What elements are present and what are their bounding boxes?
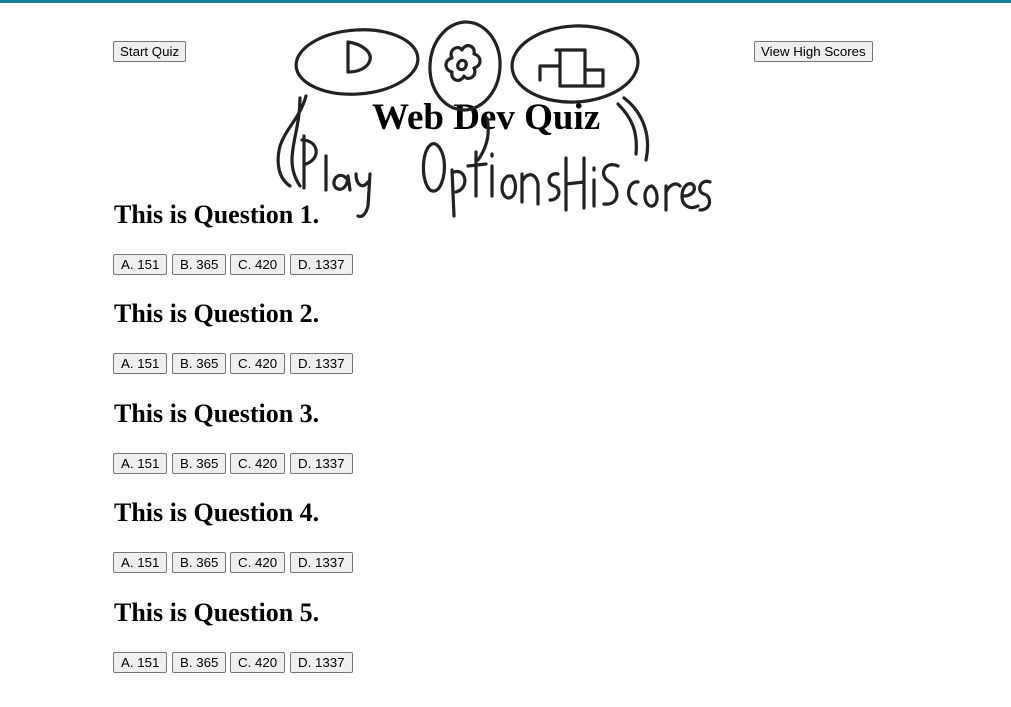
- answer-button[interactable]: A. 151: [113, 353, 168, 374]
- answer-button[interactable]: C. 420: [230, 353, 286, 374]
- hiscores-icon: [510, 24, 640, 104]
- answer-choices: A. 151 B. 365 C. 420 D. 1337: [113, 652, 614, 673]
- start-quiz-button[interactable]: Start Quiz: [113, 41, 187, 62]
- question-text: This is Question 1.: [114, 200, 320, 229]
- play-icon: [294, 28, 420, 96]
- answer-button[interactable]: D. 1337: [290, 453, 353, 474]
- answer-button[interactable]: A. 151: [113, 552, 168, 573]
- question-block: This is Question 2. A. 151 B. 365 C. 420 D. …: [113, 298, 614, 374]
- question-text: This is Question 4.: [114, 498, 320, 527]
- top-accent-bar: [0, 0, 1011, 3]
- question-block: This is Question 5. A. 151 B. 365 C. 420 D. …: [113, 597, 614, 673]
- answer-button[interactable]: C. 420: [230, 552, 286, 573]
- question-text: This is Question 2.: [114, 299, 320, 328]
- answer-button[interactable]: D. 1337: [290, 353, 353, 374]
- answer-button[interactable]: C. 420: [230, 652, 286, 673]
- answer-button[interactable]: D. 1337: [290, 552, 353, 573]
- answer-button[interactable]: A. 151: [113, 254, 168, 275]
- question-text: This is Question 3.: [114, 399, 320, 428]
- answer-button[interactable]: D. 1337: [290, 652, 353, 673]
- answer-choices: A. 151 B. 365 C. 420 D. 1337: [113, 552, 614, 573]
- question-block: This is Question 1. A. 151 B. 365 C. 420 D. …: [113, 199, 614, 275]
- question-text: This is Question 5.: [114, 598, 320, 627]
- page-title: Web Dev Quiz: [372, 97, 601, 138]
- answer-button[interactable]: B. 365: [172, 453, 227, 474]
- answer-button[interactable]: D. 1337: [290, 254, 353, 275]
- answer-button[interactable]: A. 151: [113, 453, 168, 474]
- answer-choices: A. 151 B. 365 C. 420 D. 1337: [113, 353, 614, 374]
- question-block: This is Question 3. A. 151 B. 365 C. 420 D. …: [113, 398, 614, 474]
- answer-button[interactable]: B. 365: [172, 254, 227, 275]
- answer-choices: A. 151 B. 365 C. 420 D. 1337: [113, 453, 614, 474]
- answer-button[interactable]: B. 365: [172, 552, 227, 573]
- answer-button[interactable]: B. 365: [172, 652, 227, 673]
- question-block: This is Question 4. A. 151 B. 365 C. 420 D. …: [113, 497, 614, 573]
- answer-button[interactable]: A. 151: [113, 652, 168, 673]
- answer-button[interactable]: B. 365: [172, 353, 227, 374]
- answer-button[interactable]: C. 420: [230, 453, 286, 474]
- answer-button[interactable]: C. 420: [230, 254, 286, 275]
- answer-choices: A. 151 B. 365 C. 420 D. 1337: [113, 254, 614, 275]
- view-high-scores-button[interactable]: View High Scores: [754, 41, 873, 62]
